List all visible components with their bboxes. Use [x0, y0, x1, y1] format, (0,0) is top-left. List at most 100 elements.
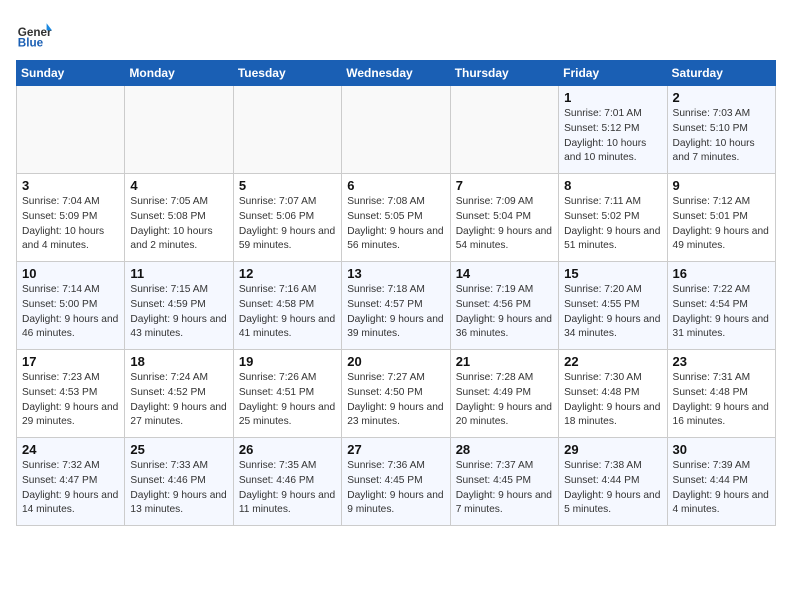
day-number: 4 [130, 178, 227, 193]
day-info: Sunrise: 7:09 AM Sunset: 5:04 PM Dayligh… [456, 195, 553, 254]
day-number: 23 [673, 354, 770, 369]
calendar-week-row: 10 Sunrise: 7:14 AM Sunset: 5:00 PM Dayli… [17, 262, 776, 350]
day-info: Sunrise: 7:22 AM Sunset: 4:54 PM Dayligh… [673, 283, 770, 342]
day-info: Sunrise: 7:24 AM Sunset: 4:52 PM Dayligh… [130, 371, 227, 430]
calendar-cell: 8 Sunrise: 7:11 AM Sunset: 5:02 PM Daylig… [559, 174, 667, 262]
day-number: 29 [564, 442, 661, 457]
calendar-week-row: 17 Sunrise: 7:23 AM Sunset: 4:53 PM Dayli… [17, 350, 776, 438]
day-info: Sunrise: 7:36 AM Sunset: 4:45 PM Dayligh… [347, 459, 444, 518]
calendar-cell: 27 Sunrise: 7:36 AM Sunset: 4:45 PM Dayli… [342, 438, 450, 526]
calendar-week-row: 1 Sunrise: 7:01 AM Sunset: 5:12 PM Daylig… [17, 86, 776, 174]
calendar-cell: 15Sunrise: 7:20 AM Sunset: 4:55 PM Dayli… [559, 262, 667, 350]
day-info: Sunrise: 7:05 AM Sunset: 5:08 PM Dayligh… [130, 195, 227, 254]
day-number: 24 [22, 442, 119, 457]
calendar-cell: 4 Sunrise: 7:05 AM Sunset: 5:08 PM Daylig… [125, 174, 233, 262]
day-number: 27 [347, 442, 444, 457]
day-number: 8 [564, 178, 661, 193]
calendar-cell: 28 Sunrise: 7:37 AM Sunset: 4:45 PM Dayli… [450, 438, 558, 526]
calendar-cell: 18 Sunrise: 7:24 AM Sunset: 4:52 PM Dayli… [125, 350, 233, 438]
day-number: 12 [239, 266, 336, 281]
day-number: 13 [347, 266, 444, 281]
day-info: Sunrise: 7:14 AM Sunset: 5:00 PM Dayligh… [22, 283, 119, 342]
svg-text:Blue: Blue [18, 37, 44, 50]
day-number: 30 [673, 442, 770, 457]
day-info: Sunrise: 7:19 AM Sunset: 4:56 PM Dayligh… [456, 283, 553, 342]
day-info: Sunrise: 7:32 AM Sunset: 4:47 PM Dayligh… [22, 459, 119, 518]
calendar-cell: 1 Sunrise: 7:01 AM Sunset: 5:12 PM Daylig… [559, 86, 667, 174]
calendar-cell: 16 Sunrise: 7:22 AM Sunset: 4:54 PM Dayli… [667, 262, 775, 350]
day-info: Sunrise: 7:35 AM Sunset: 4:46 PM Dayligh… [239, 459, 336, 518]
day-info: Sunrise: 7:37 AM Sunset: 4:45 PM Dayligh… [456, 459, 553, 518]
day-number: 9 [673, 178, 770, 193]
day-info: Sunrise: 7:23 AM Sunset: 4:53 PM Dayligh… [22, 371, 119, 430]
calendar-cell: 22 Sunrise: 7:30 AM Sunset: 4:48 PM Dayli… [559, 350, 667, 438]
day-info: Sunrise: 7:18 AM Sunset: 4:57 PM Dayligh… [347, 283, 444, 342]
day-info: Sunrise: 7:11 AM Sunset: 5:02 PM Dayligh… [564, 195, 661, 254]
calendar-cell: 21 Sunrise: 7:28 AM Sunset: 4:49 PM Dayli… [450, 350, 558, 438]
calendar-cell: 26Sunrise: 7:35 AM Sunset: 4:46 PM Dayli… [233, 438, 341, 526]
calendar-week-row: 3 Sunrise: 7:04 AM Sunset: 5:09 PM Daylig… [17, 174, 776, 262]
day-number: 21 [456, 354, 553, 369]
calendar-cell: 10 Sunrise: 7:14 AM Sunset: 5:00 PM Dayli… [17, 262, 125, 350]
day-info: Sunrise: 7:20 AM Sunset: 4:55 PM Dayligh… [564, 283, 661, 342]
day-info: Sunrise: 7:08 AM Sunset: 5:05 PM Dayligh… [347, 195, 444, 254]
calendar-cell: 11 Sunrise: 7:15 AM Sunset: 4:59 PM Dayli… [125, 262, 233, 350]
day-number: 3 [22, 178, 119, 193]
day-info: Sunrise: 7:31 AM Sunset: 4:48 PM Dayligh… [673, 371, 770, 430]
day-number: 16 [673, 266, 770, 281]
calendar-body: 1 Sunrise: 7:01 AM Sunset: 5:12 PM Daylig… [17, 86, 776, 526]
calendar-cell [233, 86, 341, 174]
day-info: Sunrise: 7:30 AM Sunset: 4:48 PM Dayligh… [564, 371, 661, 430]
day-info: Sunrise: 7:15 AM Sunset: 4:59 PM Dayligh… [130, 283, 227, 342]
calendar-cell: 25 Sunrise: 7:33 AM Sunset: 4:46 PM Dayli… [125, 438, 233, 526]
calendar-cell: 2 Sunrise: 7:03 AM Sunset: 5:10 PM Daylig… [667, 86, 775, 174]
day-info: Sunrise: 7:16 AM Sunset: 4:58 PM Dayligh… [239, 283, 336, 342]
calendar-week-row: 24 Sunrise: 7:32 AM Sunset: 4:47 PM Dayli… [17, 438, 776, 526]
page-header: General Blue [16, 16, 776, 52]
day-number: 22 [564, 354, 661, 369]
calendar-cell: 24 Sunrise: 7:32 AM Sunset: 4:47 PM Dayli… [17, 438, 125, 526]
day-number: 11 [130, 266, 227, 281]
day-of-week-header: Sunday [17, 61, 125, 86]
day-info: Sunrise: 7:28 AM Sunset: 4:49 PM Dayligh… [456, 371, 553, 430]
calendar-header-row: SundayMondayTuesdayWednesdayThursdayFrid… [17, 61, 776, 86]
day-info: Sunrise: 7:12 AM Sunset: 5:01 PM Dayligh… [673, 195, 770, 254]
calendar-cell: 23 Sunrise: 7:31 AM Sunset: 4:48 PM Dayli… [667, 350, 775, 438]
calendar-cell: 5Sunrise: 7:07 AM Sunset: 5:06 PM Daylig… [233, 174, 341, 262]
day-of-week-header: Thursday [450, 61, 558, 86]
calendar-cell [17, 86, 125, 174]
day-number: 5 [239, 178, 336, 193]
day-of-week-header: Tuesday [233, 61, 341, 86]
day-number: 7 [456, 178, 553, 193]
calendar-table: SundayMondayTuesdayWednesdayThursdayFrid… [16, 60, 776, 526]
day-number: 20 [347, 354, 444, 369]
day-info: Sunrise: 7:04 AM Sunset: 5:09 PM Dayligh… [22, 195, 119, 254]
day-of-week-header: Saturday [667, 61, 775, 86]
calendar-cell: 17 Sunrise: 7:23 AM Sunset: 4:53 PM Dayli… [17, 350, 125, 438]
calendar-cell: 14Sunrise: 7:19 AM Sunset: 4:56 PM Dayli… [450, 262, 558, 350]
day-info: Sunrise: 7:33 AM Sunset: 4:46 PM Dayligh… [130, 459, 227, 518]
day-number: 25 [130, 442, 227, 457]
calendar-cell [450, 86, 558, 174]
day-info: Sunrise: 7:01 AM Sunset: 5:12 PM Dayligh… [564, 107, 661, 166]
calendar-cell: 29Sunrise: 7:38 AM Sunset: 4:44 PM Dayli… [559, 438, 667, 526]
logo: General Blue [16, 16, 52, 52]
day-number: 17 [22, 354, 119, 369]
day-of-week-header: Monday [125, 61, 233, 86]
calendar-cell: 12 Sunrise: 7:16 AM Sunset: 4:58 PM Dayli… [233, 262, 341, 350]
logo-icon: General Blue [16, 16, 52, 52]
day-number: 1 [564, 90, 661, 105]
day-info: Sunrise: 7:03 AM Sunset: 5:10 PM Dayligh… [673, 107, 770, 166]
calendar-cell [342, 86, 450, 174]
day-number: 19 [239, 354, 336, 369]
calendar-cell: 13 Sunrise: 7:18 AM Sunset: 4:57 PM Dayli… [342, 262, 450, 350]
calendar-cell: 7 Sunrise: 7:09 AM Sunset: 5:04 PM Daylig… [450, 174, 558, 262]
day-number: 18 [130, 354, 227, 369]
calendar-cell: 30Sunrise: 7:39 AM Sunset: 4:44 PM Dayli… [667, 438, 775, 526]
calendar-cell: 9 Sunrise: 7:12 AM Sunset: 5:01 PM Daylig… [667, 174, 775, 262]
day-number: 10 [22, 266, 119, 281]
day-info: Sunrise: 7:27 AM Sunset: 4:50 PM Dayligh… [347, 371, 444, 430]
day-number: 28 [456, 442, 553, 457]
calendar-cell: 3 Sunrise: 7:04 AM Sunset: 5:09 PM Daylig… [17, 174, 125, 262]
day-number: 2 [673, 90, 770, 105]
